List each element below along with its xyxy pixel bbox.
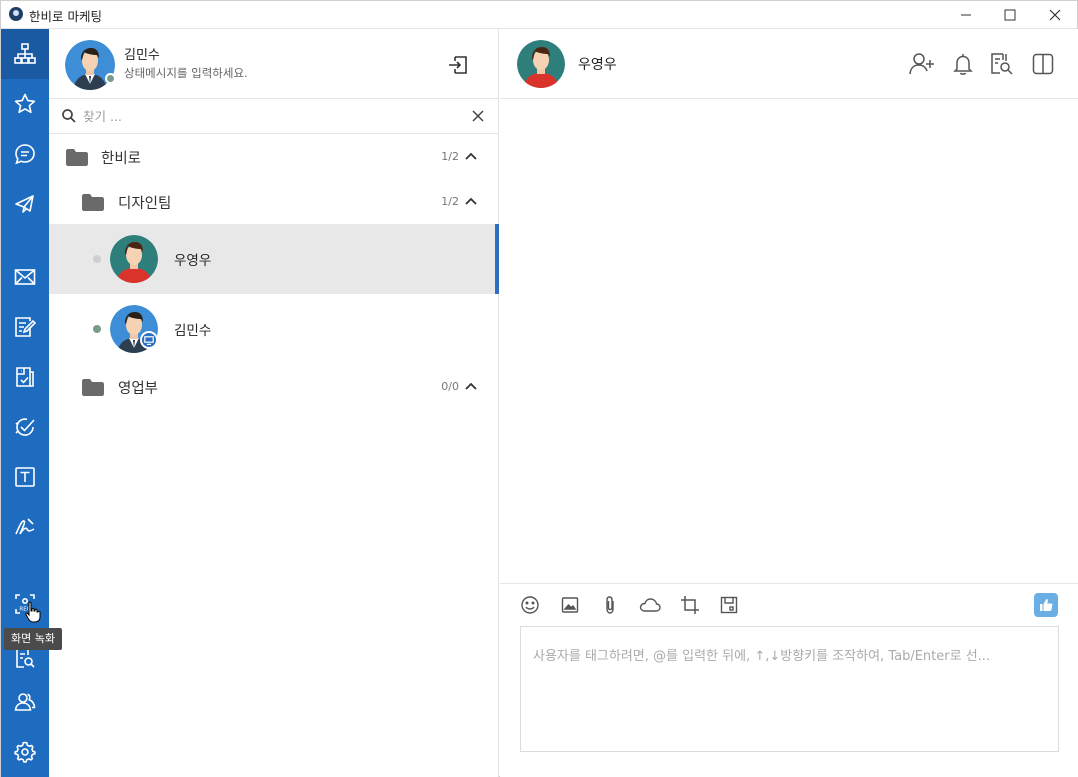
chevron-up-icon[interactable] <box>465 197 477 205</box>
rail-item-approval[interactable] <box>1 352 49 402</box>
like-button[interactable] <box>1034 593 1058 617</box>
mail-icon <box>14 269 36 285</box>
nav-rail: REC <box>1 29 49 777</box>
my-status-message[interactable]: 상태메시지를 입력하세요. <box>124 65 248 81</box>
folder-icon <box>66 149 88 166</box>
folder-icon <box>82 379 104 396</box>
contacts-panel: 김민수 상태메시지를 입력하세요. 한비로 1/2 <box>49 29 499 777</box>
signature-icon <box>15 518 35 535</box>
my-presence-indicator <box>105 73 116 84</box>
folder-icon <box>82 194 104 211</box>
approval-icon <box>16 367 34 387</box>
attachment-icon[interactable] <box>600 595 620 615</box>
tooltip-screen-record: 화면 녹화 <box>4 628 62 650</box>
star-icon <box>14 93 36 114</box>
text-icon <box>15 467 35 487</box>
chevron-up-icon[interactable] <box>465 152 477 160</box>
cloud-icon[interactable] <box>639 595 661 615</box>
app-logo-icon <box>9 7 23 21</box>
user-name: 김민수 <box>174 323 212 339</box>
group-name: 영업부 <box>118 381 159 397</box>
chat-partner-avatar[interactable] <box>517 40 565 88</box>
group-row-sales[interactable]: 영업부 0/0 <box>49 364 499 409</box>
chat-partner-name: 우영우 <box>578 57 617 73</box>
group-count: 1/2 <box>441 195 459 208</box>
bell-icon[interactable] <box>952 52 974 76</box>
title-bar: 한비로 마케팅 <box>1 1 1077 29</box>
chat-pane: 우영우 <box>500 29 1078 777</box>
minimize-icon <box>961 14 971 15</box>
app-window: 한비로 마케팅 REC 화면 녹화 김민수 상태메시지를 입력하세요. 찾기 .… <box>0 0 1078 777</box>
group-name: 한비로 <box>101 151 142 167</box>
rail-item-signature[interactable] <box>1 502 49 552</box>
pc-device-icon <box>140 331 158 349</box>
hand-cursor-icon <box>25 601 41 623</box>
search-bar <box>49 99 499 134</box>
rail-item-settings[interactable] <box>1 727 49 777</box>
thumbs-up-icon <box>1040 599 1053 611</box>
chat-header: 우영우 <box>500 29 1078 99</box>
composer-toolbar <box>500 583 1078 623</box>
task-icon <box>15 418 35 436</box>
rail-item-task[interactable] <box>1 402 49 452</box>
rail-item-send[interactable] <box>1 179 49 229</box>
board-icon <box>15 317 37 337</box>
group-count: 1/2 <box>441 150 459 163</box>
message-composer <box>520 626 1059 752</box>
group-row-design-team[interactable]: 디자인팀 1/2 <box>49 179 499 224</box>
clear-search-icon[interactable] <box>471 109 485 123</box>
user-name: 우영우 <box>174 253 212 269</box>
user-row-kim[interactable]: 김민수 <box>49 294 499 364</box>
close-button[interactable] <box>1032 1 1078 28</box>
message-input[interactable] <box>533 645 1045 745</box>
presence-online-indicator <box>93 325 101 333</box>
image-icon[interactable] <box>560 595 580 615</box>
rail-item-mail[interactable] <box>1 252 49 302</box>
add-user-icon[interactable] <box>909 52 935 76</box>
split-view-icon[interactable] <box>1032 52 1054 76</box>
user-row-woo[interactable]: 우영우 <box>49 224 499 294</box>
emoji-icon[interactable] <box>520 595 540 615</box>
group-name: 디자인팀 <box>118 196 172 212</box>
my-profile: 김민수 상태메시지를 입력하세요. <box>49 29 499 99</box>
maximize-button[interactable] <box>987 1 1033 28</box>
crop-icon[interactable] <box>680 595 700 615</box>
chevron-up-icon[interactable] <box>465 382 477 390</box>
group-count: 0/0 <box>441 380 459 393</box>
logout-icon[interactable] <box>447 54 469 76</box>
close-icon <box>1049 9 1061 20</box>
settings-icon <box>14 741 36 763</box>
presence-offline-indicator <box>93 255 101 263</box>
message-list <box>500 99 1078 583</box>
maximize-icon <box>1004 9 1016 20</box>
minimize-button[interactable] <box>943 1 989 28</box>
rail-item-board[interactable] <box>1 302 49 352</box>
send-icon <box>15 195 34 213</box>
user-avatar <box>110 235 158 283</box>
rail-item-org-chart[interactable] <box>1 29 49 79</box>
group-row-hanbiro[interactable]: 한비로 1/2 <box>49 134 499 179</box>
chat-icon <box>15 144 35 165</box>
window-title: 한비로 마케팅 <box>29 9 102 24</box>
org-chart-icon <box>14 43 36 64</box>
search-history-icon[interactable] <box>990 52 1014 76</box>
search-input[interactable] <box>83 106 453 126</box>
rail-item-users[interactable] <box>1 677 49 727</box>
rail-item-chat[interactable] <box>1 129 49 179</box>
save-icon[interactable] <box>719 595 739 615</box>
rail-item-text[interactable] <box>1 452 49 502</box>
search-icon <box>62 109 76 123</box>
rail-item-favorites[interactable] <box>1 79 49 129</box>
users-icon <box>14 693 36 711</box>
my-name: 김민수 <box>124 48 160 63</box>
